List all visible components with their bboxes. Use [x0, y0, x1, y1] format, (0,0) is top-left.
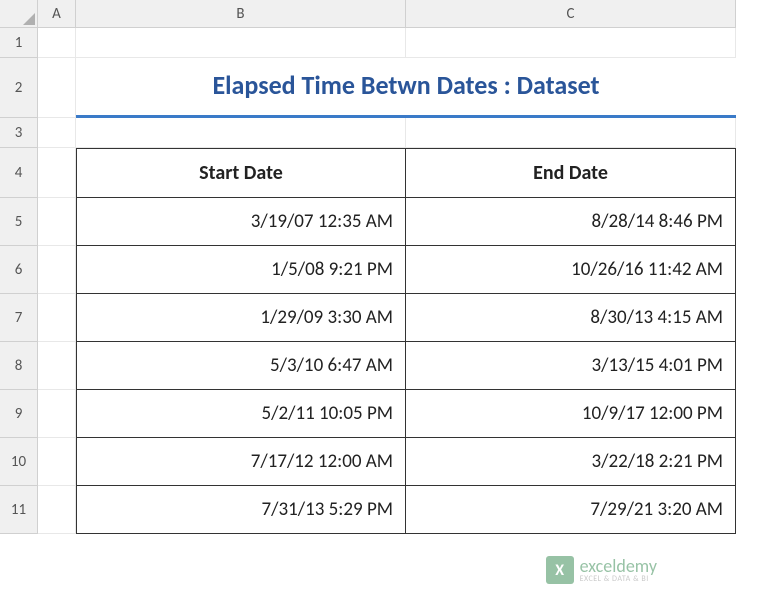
cell-c3[interactable] [406, 118, 736, 148]
cell-b3[interactable] [76, 118, 406, 148]
row-header-1[interactable]: 1 [0, 28, 38, 58]
table-row[interactable]: 7/29/21 3:20 AM [406, 486, 736, 534]
row-header-6[interactable]: 6 [0, 246, 38, 294]
col-header-c[interactable]: C [406, 0, 736, 28]
row-header-5[interactable]: 5 [0, 198, 38, 246]
cell-b1[interactable] [76, 28, 406, 58]
table-row[interactable]: 5/3/10 6:47 AM [76, 342, 406, 390]
table-row[interactable]: 10/9/17 12:00 PM [406, 390, 736, 438]
table-row[interactable]: 10/26/16 11:42 AM [406, 246, 736, 294]
table-row[interactable]: 7/31/13 5:29 PM [76, 486, 406, 534]
cell-a11[interactable] [38, 486, 76, 534]
row-header-8[interactable]: 8 [0, 342, 38, 390]
cell-a5[interactable] [38, 198, 76, 246]
table-row[interactable]: 7/17/12 12:00 AM [76, 438, 406, 486]
cell-a8[interactable] [38, 342, 76, 390]
row-header-9[interactable]: 9 [0, 390, 38, 438]
table-header-start[interactable]: Start Date [76, 148, 406, 198]
row-header-10[interactable]: 10 [0, 438, 38, 486]
cell-a6[interactable] [38, 246, 76, 294]
row-header-4[interactable]: 4 [0, 148, 38, 198]
table-header-end[interactable]: End Date [406, 148, 736, 198]
row-header-11[interactable]: 11 [0, 486, 38, 534]
table-row[interactable]: 3/13/15 4:01 PM [406, 342, 736, 390]
cell-c1[interactable] [406, 28, 736, 58]
cell-a7[interactable] [38, 294, 76, 342]
table-row[interactable]: 8/30/13 4:15 AM [406, 294, 736, 342]
table-row[interactable]: 3/19/07 12:35 AM [76, 198, 406, 246]
page-title[interactable]: Elapsed Time Betwn Dates : Dataset [76, 58, 736, 118]
row-header-2[interactable]: 2 [0, 58, 38, 118]
table-row[interactable]: 3/22/18 2:21 PM [406, 438, 736, 486]
cell-a10[interactable] [38, 438, 76, 486]
cell-a2[interactable] [38, 58, 76, 118]
table-row[interactable]: 5/2/11 10:05 PM [76, 390, 406, 438]
watermark-text: exceldemy EXCEL & DATA & BI [580, 557, 657, 583]
watermark: exceldemy EXCEL & DATA & BI [546, 556, 657, 584]
cell-a1[interactable] [38, 28, 76, 58]
row-header-7[interactable]: 7 [0, 294, 38, 342]
row-header-3[interactable]: 3 [0, 118, 38, 148]
spreadsheet-grid: A B C 1 2 Elapsed Time Betwn Dates : Dat… [0, 0, 767, 534]
table-row[interactable]: 8/28/14 8:46 PM [406, 198, 736, 246]
watermark-sub: EXCEL & DATA & BI [580, 575, 657, 583]
select-all-corner[interactable] [0, 0, 38, 28]
excel-icon [546, 556, 574, 584]
col-header-b[interactable]: B [76, 0, 406, 28]
watermark-main: exceldemy [580, 557, 657, 575]
col-header-a[interactable]: A [38, 0, 76, 28]
cell-a9[interactable] [38, 390, 76, 438]
table-row[interactable]: 1/29/09 3:30 AM [76, 294, 406, 342]
cell-a3[interactable] [38, 118, 76, 148]
table-row[interactable]: 1/5/08 9:21 PM [76, 246, 406, 294]
cell-a4[interactable] [38, 148, 76, 198]
